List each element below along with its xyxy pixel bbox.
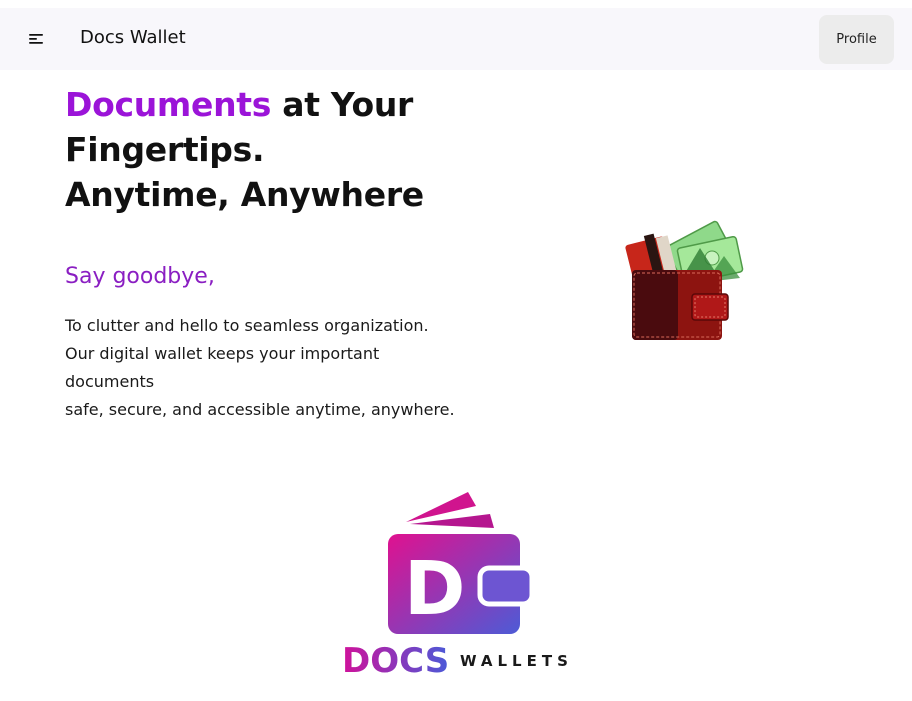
hero-description: To clutter and hello to seamless organiz… — [65, 312, 465, 424]
hero-subtitle: Say goodbye, — [65, 264, 215, 289]
menu-icon[interactable] — [28, 31, 44, 45]
description-line: Our digital wallet keeps your important … — [65, 344, 380, 391]
hero-title-line2: Anytime, Anywhere — [65, 175, 424, 214]
top-navbar: Docs Wallet Profile — [0, 8, 912, 70]
logo-letter: D — [404, 546, 465, 632]
hero-title: Documents at Your Fingertips. Anytime, An… — [65, 82, 485, 217]
logo-word-wallets: WALLETS — [460, 652, 573, 670]
logo-word-docs: DOCS — [342, 641, 449, 678]
description-line: To clutter and hello to seamless organiz… — [65, 316, 429, 335]
description-line: safe, secure, and accessible anytime, an… — [65, 400, 455, 419]
profile-button[interactable]: Profile — [819, 15, 894, 64]
hero-title-accent: Documents — [65, 85, 272, 124]
wallet-with-cash-illustration — [622, 218, 750, 344]
docs-wallets-logo: D DOCS WALLETS — [340, 488, 585, 681]
app-brand-title[interactable]: Docs Wallet — [80, 27, 186, 48]
